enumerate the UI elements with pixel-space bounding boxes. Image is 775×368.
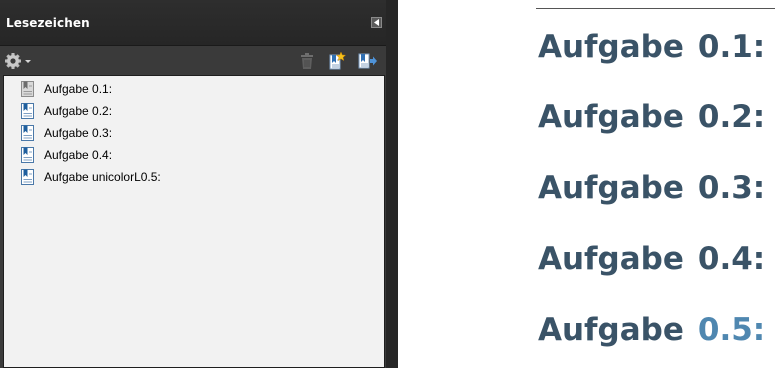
bookmark-icon	[21, 125, 34, 141]
collapse-left-icon	[374, 19, 379, 26]
bookmark-item[interactable]: Aufgabe 0.1:	[21, 80, 112, 98]
new-bookmark-button[interactable]	[328, 51, 347, 70]
section-heading: Aufgabe 0.2:	[538, 102, 765, 133]
heading-number-highlighted: 0.5:	[697, 312, 766, 348]
bookmark-label: Aufgabe 0.1:	[44, 82, 113, 96]
bookmark-label: Aufgabe unicolorL0.5:	[44, 170, 161, 184]
delete-bookmark-button[interactable]	[298, 52, 316, 70]
heading-number: 0.1:	[697, 29, 766, 65]
bookmark-item[interactable]: Aufgabe 0.3:	[21, 124, 112, 142]
collapse-panel-button[interactable]	[371, 17, 382, 28]
expand-bookmark-icon	[358, 53, 377, 69]
heading-word: Aufgabe	[538, 29, 684, 65]
bookmark-item[interactable]: Aufgabe 0.2:	[21, 102, 112, 120]
heading-number: 0.2:	[697, 99, 766, 135]
bookmarks-panel: Lesezeichen Aufgabe 0.1: Aufgabe 0.2: Au…	[0, 0, 390, 368]
bookmark-label: Aufgabe 0.3:	[44, 126, 113, 140]
bookmark-icon	[21, 147, 34, 163]
bookmark-item[interactable]: Aufgabe 0.4:	[21, 146, 112, 164]
bookmark-icon	[21, 103, 34, 119]
section-heading: Aufgabe 0.1:	[538, 32, 765, 63]
heading-word: Aufgabe	[538, 99, 684, 135]
page-header-rule	[536, 8, 775, 9]
section-heading: Aufgabe 0.5:	[538, 315, 765, 346]
gear-icon	[5, 53, 31, 69]
heading-word: Aufgabe	[538, 312, 684, 348]
trash-icon	[301, 53, 313, 69]
panel-header: Lesezeichen	[0, 0, 390, 46]
options-menu-button[interactable]	[4, 52, 32, 70]
bookmark-tree: Aufgabe 0.1: Aufgabe 0.2: Aufgabe 0.3: A…	[3, 75, 385, 368]
heading-word: Aufgabe	[538, 241, 684, 277]
document-page: Aufgabe 0.1: Aufgabe 0.2: Aufgabe 0.3: Aufg…	[398, 0, 775, 368]
expand-current-bookmark-button[interactable]	[358, 52, 377, 70]
bookmark-icon	[21, 81, 34, 97]
section-heading: Aufgabe 0.3:	[538, 173, 765, 204]
section-heading: Aufgabe 0.4:	[538, 244, 765, 275]
panel-title: Lesezeichen	[6, 16, 90, 30]
heading-number: 0.3:	[697, 170, 766, 206]
new-bookmark-icon	[329, 51, 347, 70]
bookmark-item[interactable]: Aufgabe unicolorL0.5:	[21, 168, 161, 186]
bookmarks-toolbar	[0, 46, 390, 74]
bookmark-icon	[21, 169, 34, 185]
panel-splitter[interactable]	[386, 0, 398, 368]
bookmark-label: Aufgabe 0.2:	[44, 104, 113, 118]
heading-word: Aufgabe	[538, 170, 684, 206]
bookmark-label: Aufgabe 0.4:	[44, 148, 113, 162]
heading-number: 0.4:	[697, 241, 766, 277]
